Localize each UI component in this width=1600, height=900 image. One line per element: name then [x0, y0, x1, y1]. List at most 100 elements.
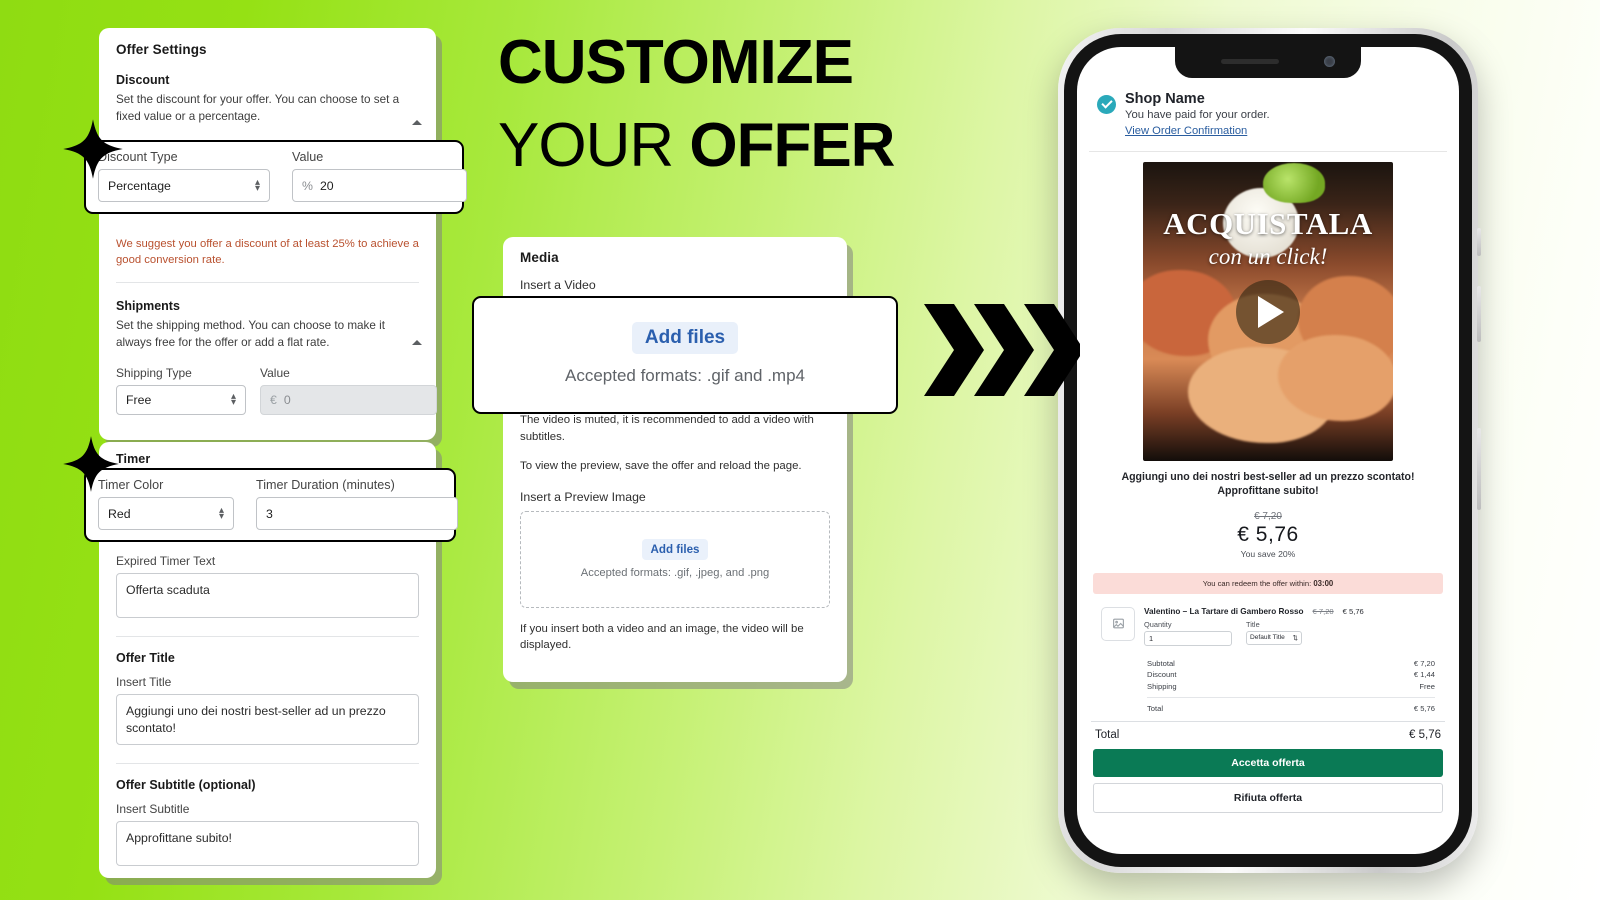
- percent-prefix: %: [302, 178, 313, 193]
- offer-title-heading: Offer Title: [116, 651, 175, 665]
- stepper-icon: ▴ ▾: [230, 391, 236, 408]
- insert-preview-image-label: Insert a Preview Image: [520, 489, 646, 504]
- video-add-files-button[interactable]: Add files: [631, 322, 739, 354]
- shipments-description: Set the shipping method. You can choose …: [116, 319, 385, 349]
- offer-video-preview[interactable]: ACQUISTALA con un click!: [1143, 162, 1393, 461]
- shipping-value-label: Value: [260, 365, 290, 380]
- order-totals: Subtotal € 7,20 Discount € 1,44 Shipping…: [1147, 658, 1435, 715]
- expired-timer-value: Offerta scaduta: [126, 583, 210, 597]
- grand-total-row: Total € 5,76: [1095, 729, 1441, 741]
- offer-timer-banner: You can redeem the offer within: 03:00: [1093, 572, 1443, 594]
- sparkle-icon: [62, 118, 124, 185]
- video-dropzone-callout[interactable]: Add files Accepted formats: .gif and .mp…: [472, 296, 898, 414]
- subtotal-label: Subtotal: [1147, 658, 1175, 668]
- new-price: € 5,76: [1237, 522, 1299, 546]
- you-save-text: You save 20%: [1240, 548, 1296, 559]
- headline-your: YOUR: [498, 111, 690, 181]
- total-row: Total € 5,76: [1147, 703, 1435, 714]
- play-button-icon[interactable]: [1236, 279, 1300, 344]
- discount-heading: Discount: [116, 73, 170, 87]
- timer-banner-value: 03:00: [1313, 578, 1334, 588]
- stepper-icon: ▴ ▾: [218, 505, 224, 522]
- discount-value-label: Value: [292, 150, 324, 164]
- product-old-price: € 7,20: [1312, 606, 1334, 616]
- insert-subtitle-label: Insert Subtitle: [116, 802, 190, 816]
- product-new-price: € 5,76: [1342, 606, 1364, 616]
- euro-prefix: €: [270, 392, 277, 407]
- grand-total-label: Total: [1095, 729, 1120, 742]
- divider: [1091, 721, 1445, 723]
- front-camera-icon: [1324, 56, 1335, 67]
- shipments-collapse-caret-icon[interactable]: [412, 340, 422, 345]
- insert-title-label: Insert Title: [116, 675, 172, 689]
- headline-offer: OFFER: [689, 111, 895, 181]
- timer-duration-input[interactable]: 3: [256, 497, 458, 530]
- headline-line-2: YOUR OFFER: [498, 111, 968, 180]
- timer-color-select[interactable]: Red ▴ ▾: [98, 497, 234, 530]
- timer-duration-value: 3: [266, 506, 273, 521]
- quantity-input[interactable]: 1: [1144, 630, 1232, 646]
- phone-volume-up-button[interactable]: [1477, 286, 1481, 342]
- divider: [116, 763, 419, 764]
- total-row: Discount € 1,44: [1147, 669, 1435, 680]
- divider: [1089, 151, 1447, 152]
- arrows-indicator: [920, 300, 1084, 405]
- insert-video-label: Insert a Video: [520, 278, 596, 292]
- video-muted-note: The video is muted, it is recommended to…: [520, 414, 814, 443]
- preview-image-dropzone[interactable]: Add files Accepted formats: .gif, .jpeg,…: [520, 510, 830, 608]
- offer-subtitle-text: Approfittane subito!: [1217, 485, 1319, 498]
- discount-value: 20: [319, 178, 334, 193]
- shipping-value-input: € 0: [260, 384, 437, 415]
- preview-formats-hint: Accepted formats: .gif, .jpeg, and .png: [580, 567, 770, 580]
- video-priority-note: If you insert both a video and an image,…: [520, 622, 804, 652]
- headline-line-1: CUSTOMIZE: [498, 28, 968, 97]
- offer-subtitle-heading: Offer Subtitle (optional): [116, 778, 256, 792]
- discount-warning: We suggest you offer a discount of at le…: [116, 237, 419, 266]
- phone-mockup: Shop Name You have paid for your order. …: [1058, 28, 1481, 873]
- variant-title-value: Default Title: [1250, 634, 1285, 642]
- preview-reload-note: To view the preview, save the offer and …: [520, 460, 802, 473]
- accept-offer-button[interactable]: Accetta offerta: [1093, 749, 1443, 778]
- paid-status-text: You have paid for your order.: [1125, 109, 1270, 121]
- total-small-label: Total: [1147, 703, 1164, 713]
- video-formats-hint: Accepted formats: .gif and .mp4: [564, 366, 805, 385]
- discount-collapse-caret-icon[interactable]: [412, 120, 422, 125]
- insert-subtitle-input[interactable]: Approfittane subito!: [116, 821, 419, 866]
- discount-label: Discount: [1147, 670, 1177, 680]
- product-name: Valentino – La Tartare di Gambero Rosso: [1144, 606, 1304, 616]
- insert-title-input[interactable]: Aggiungi uno dei nostri best-seller ad u…: [116, 694, 419, 745]
- stepper-icon: ▴ ▾: [254, 177, 260, 194]
- shipping-type-label: Shipping Type: [116, 365, 192, 380]
- phone-power-button[interactable]: [1477, 428, 1481, 510]
- discount-value-input[interactable]: % 20: [292, 169, 467, 202]
- video-subtitle-overlay: con un click!: [1208, 244, 1328, 269]
- sparkle-icon: [62, 435, 120, 498]
- refuse-offer-button[interactable]: Rifiuta offerta: [1093, 783, 1443, 814]
- quantity-label: Quantity: [1144, 619, 1172, 629]
- insert-subtitle-value: Approfittane subito!: [126, 831, 232, 845]
- discount-value: € 1,44: [1413, 670, 1435, 680]
- expired-timer-input[interactable]: Offerta scaduta: [116, 573, 419, 618]
- shipping-value: 0: [283, 392, 291, 407]
- check-circle-icon: [1097, 95, 1116, 114]
- divider: [1147, 696, 1435, 698]
- phone-silent-switch[interactable]: [1477, 228, 1481, 256]
- shipping-value: Free: [1419, 681, 1435, 691]
- headline: CUSTOMIZE YOUR OFFER: [498, 28, 968, 181]
- speaker-icon: [1221, 59, 1279, 64]
- expired-timer-label: Expired Timer Text: [116, 554, 216, 568]
- video-title-overlay: ACQUISTALA: [1163, 206, 1373, 241]
- variant-title-label: Title: [1246, 619, 1260, 629]
- preview-add-files-button[interactable]: Add files: [641, 539, 709, 561]
- shop-name: Shop Name: [1125, 91, 1205, 107]
- timer-color-value: Red: [108, 506, 131, 521]
- quantity-value: 1: [1149, 633, 1154, 643]
- old-price: € 7,20: [1254, 510, 1282, 522]
- offer-settings-card: Offer Settings Discount Set the discount…: [99, 28, 437, 440]
- shipping-type-select[interactable]: Free ▴ ▾: [116, 384, 246, 415]
- offer-line-item: Valentino – La Tartare di Gambero Rosso …: [1101, 606, 1437, 646]
- variant-title-select[interactable]: Default Title ⇅: [1246, 630, 1302, 645]
- timer-banner-text: You can redeem the offer within:: [1202, 578, 1312, 588]
- view-order-confirmation-link[interactable]: View Order Confirmation: [1125, 125, 1247, 137]
- timer-duration-label: Timer Duration (minutes): [256, 478, 395, 492]
